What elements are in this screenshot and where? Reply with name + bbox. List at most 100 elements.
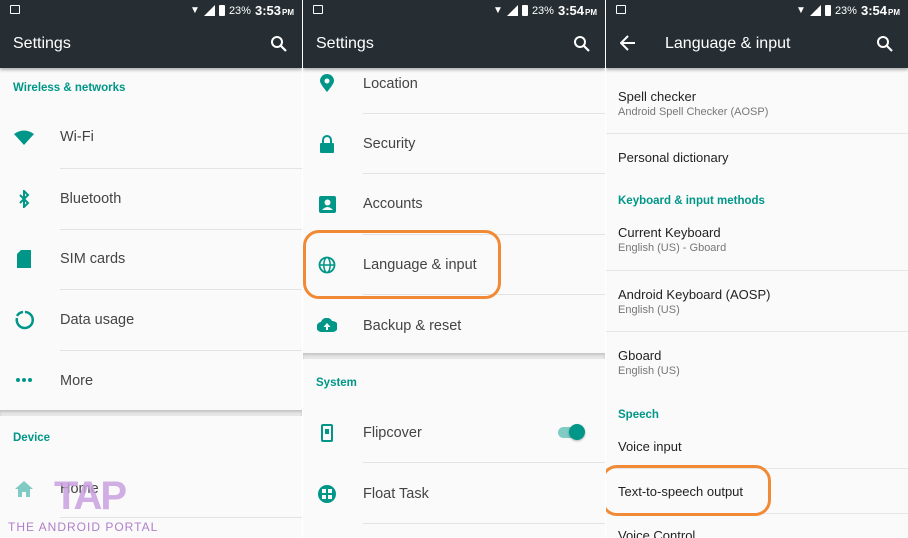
pref-title: Current Keyboard: [618, 225, 721, 240]
search-icon[interactable]: [876, 35, 894, 58]
section-separator: [0, 410, 302, 416]
settings-item-label: Backup & reset: [363, 318, 462, 334]
settings-item-accounts[interactable]: Accounts: [303, 174, 605, 235]
battery-icon: [521, 5, 528, 16]
more-dots-icon: [14, 370, 34, 390]
watermark-logo: TAP THE ANDROID PORTAL: [8, 474, 159, 534]
settings-item-label: SIM cards: [60, 251, 126, 267]
pref-android-keyboard[interactable]: Android Keyboard (AOSP) English (US): [618, 287, 908, 316]
cloud-upload-icon: [317, 315, 337, 335]
phone-cover-icon: [317, 423, 337, 443]
clock: 3:53PM: [254, 3, 294, 18]
divider: [606, 270, 908, 271]
page-title: Settings: [13, 35, 71, 52]
wifi-icon: [14, 128, 34, 148]
clock: 3:54PM: [860, 3, 900, 18]
bluetooth-icon: [14, 189, 34, 209]
status-bar: ▼ 23% 3:53PM: [0, 0, 302, 21]
cell-signal-icon: [506, 5, 518, 16]
settings-item-label: Flipcover: [363, 425, 422, 441]
pref-gboard[interactable]: Gboard English (US): [618, 348, 908, 377]
status-bar: ▼ 23% 3:54PM: [303, 0, 605, 21]
wifi-signal-icon: ▼: [190, 5, 200, 16]
settings-item-label: Data usage: [60, 312, 135, 328]
notification-icon: [10, 5, 20, 14]
pref-summary: English (US): [618, 304, 680, 316]
pref-title: Voice Control: [618, 528, 696, 538]
settings-screen-1: ▼ 23% 3:53PM Settings Wireless & network…: [0, 0, 302, 538]
section-header-speech: Speech: [618, 409, 659, 421]
pref-title: Gboard: [618, 348, 662, 363]
battery-icon: [824, 5, 831, 16]
divider: [606, 331, 908, 332]
settings-item-bluetooth[interactable]: Bluetooth: [0, 169, 302, 230]
section-separator: [303, 353, 605, 359]
section-header-wireless: Wireless & networks: [13, 82, 126, 94]
settings-item-data-usage[interactable]: Data usage: [0, 290, 302, 351]
settings-item-sim-cards[interactable]: SIM cards: [0, 230, 302, 290]
pref-summary: English (US): [618, 365, 680, 377]
location-pin-icon: [317, 73, 337, 93]
search-icon[interactable]: [573, 35, 591, 58]
lock-icon: [317, 134, 337, 154]
back-arrow-icon[interactable]: [619, 34, 636, 57]
settings-item-label: Bluetooth: [60, 191, 122, 207]
app-bar: Settings: [303, 21, 605, 68]
pref-voice-input[interactable]: Voice input: [618, 439, 908, 454]
pref-title: Personal dictionary: [618, 150, 729, 165]
pref-title: Voice input: [618, 439, 682, 454]
settings-item-label: Security: [363, 136, 416, 152]
pref-voice-control[interactable]: Voice Control: [618, 528, 908, 538]
account-icon: [317, 194, 337, 214]
pref-current-keyboard[interactable]: Current Keyboard English (US) - Gboard: [618, 225, 908, 254]
section-header-system: System: [316, 377, 357, 389]
pref-summary: English (US) - Gboard: [618, 242, 727, 254]
divider: [363, 523, 605, 524]
float-task-icon: [317, 484, 337, 504]
app-bar: Settings: [0, 21, 302, 68]
app-bar: Language & input: [606, 21, 908, 68]
settings-item-float-task[interactable]: Float Task: [303, 463, 605, 524]
cell-signal-icon: [203, 5, 215, 16]
pref-summary: Android Spell Checker (AOSP): [618, 106, 769, 118]
battery-icon: [218, 5, 225, 16]
settings-item-label: More: [60, 373, 94, 389]
battery-percent: 23%: [531, 4, 554, 17]
settings-item-label: Wi-Fi: [60, 129, 94, 145]
settings-item-label: Location: [363, 76, 418, 92]
settings-item-wifi[interactable]: Wi-Fi: [0, 108, 302, 169]
settings-screen-2: ▼ 23% 3:54PM Settings Location Security …: [303, 0, 605, 538]
page-title: Settings: [316, 35, 374, 52]
section-header-device: Device: [13, 432, 51, 444]
settings-item-security[interactable]: Security: [303, 114, 605, 174]
pref-title: Android Keyboard (AOSP): [618, 287, 771, 302]
pref-title: Spell checker: [618, 89, 697, 104]
pref-spell-checker[interactable]: Spell checker Android Spell Checker (AOS…: [618, 89, 908, 118]
settings-item-more[interactable]: More: [0, 351, 302, 411]
status-bar: ▼ 23% 3:54PM: [606, 0, 908, 21]
toggle-knob: [569, 424, 585, 440]
settings-item-label: Accounts: [363, 196, 423, 212]
clock: 3:54PM: [557, 3, 597, 18]
wifi-signal-icon: ▼: [493, 5, 503, 16]
wifi-signal-icon: ▼: [796, 5, 806, 16]
watermark-text: THE ANDROID PORTAL: [8, 520, 159, 534]
settings-item-flipcover[interactable]: Flipcover: [303, 402, 605, 463]
divider: [606, 133, 908, 134]
watermark-tap: TAP: [54, 474, 127, 518]
battery-percent: 23%: [834, 4, 857, 17]
settings-item-label: Float Task: [363, 486, 429, 502]
section-header-keyboard: Keyboard & input methods: [618, 195, 765, 207]
page-title: Language & input: [665, 35, 791, 52]
battery-percent: 23%: [228, 4, 251, 17]
highlight-text-to-speech: [606, 465, 771, 516]
settings-item-backup-reset[interactable]: Backup & reset: [303, 295, 605, 353]
notification-icon: [313, 5, 323, 14]
notification-icon: [616, 5, 626, 14]
language-input-screen: ▼ 23% 3:54PM Language & input Spell chec…: [606, 0, 908, 538]
search-icon[interactable]: [270, 35, 288, 58]
pref-personal-dictionary[interactable]: Personal dictionary: [618, 150, 908, 165]
cell-signal-icon: [809, 5, 821, 16]
data-usage-icon: [14, 310, 34, 330]
sim-card-icon: [14, 249, 34, 269]
